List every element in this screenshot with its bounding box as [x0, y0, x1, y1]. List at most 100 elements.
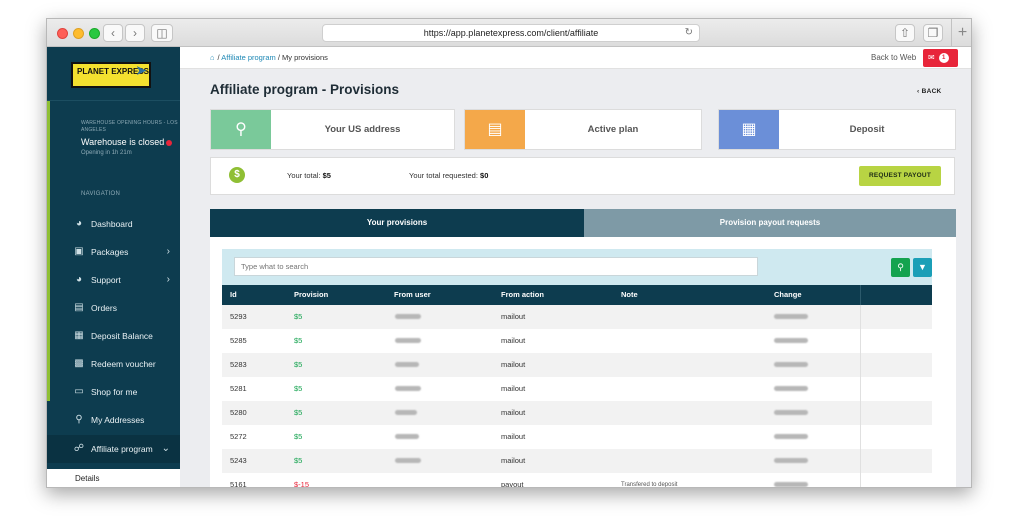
breadcrumb-affiliate-link[interactable]: Affiliate program — [221, 53, 275, 62]
table-row[interactable]: 5272 $5 mailout — [222, 425, 932, 449]
table-row[interactable]: 5281 $5 mailout — [222, 377, 932, 401]
address-bar[interactable]: https://app.planetexpress.com/client/aff… — [322, 24, 700, 42]
column-from-user[interactable]: From user — [394, 285, 431, 305]
column-note[interactable]: Note — [621, 285, 638, 305]
back-arrow-icon[interactable]: ‹ — [103, 24, 123, 42]
header-divider — [860, 285, 861, 305]
provisions-panel: ⚲ ▼ Id Provision From user From action N… — [210, 237, 956, 488]
table-row[interactable]: 5283 $5 mailout — [222, 353, 932, 377]
table-header: Id Provision From user From action Note … — [222, 285, 932, 305]
cell-action: mailout — [501, 408, 526, 417]
card-us-address[interactable]: ⚲ Your US address — [210, 109, 455, 150]
cell-action: mailout — [501, 312, 526, 321]
redacted-user — [395, 434, 419, 439]
redacted-change — [774, 314, 808, 319]
your-total-requested: Your total requested: $0 — [409, 171, 489, 180]
column-from-action[interactable]: From action — [501, 285, 544, 305]
table-row[interactable]: 5243 $5 mailout — [222, 449, 932, 473]
support-icon: ◕ — [75, 274, 83, 285]
your-total: Your total: $5 — [287, 171, 331, 180]
table-row[interactable]: 5293 $5 mailout — [222, 305, 932, 329]
search-icon: ⚲ — [897, 262, 904, 272]
forward-arrow-icon[interactable]: › — [125, 24, 145, 42]
dashboard-icon: ◕ — [75, 218, 83, 229]
cell-action: mailout — [501, 360, 526, 369]
share-icon[interactable]: ⇧ — [895, 24, 915, 42]
sidebar-item-my-addresses[interactable]: ⚲ My Addresses — [47, 406, 180, 434]
column-change[interactable]: Change — [774, 285, 802, 305]
tab-your-provisions[interactable]: Your provisions — [210, 209, 584, 237]
row-divider — [860, 449, 861, 473]
mail-icon: ✉ — [928, 53, 935, 62]
cell-action: mailout — [501, 456, 526, 465]
card-active-plan[interactable]: ▤ Active plan — [464, 109, 702, 150]
warehouse-status: Warehouse is closed — [81, 137, 173, 147]
minimize-window-button[interactable] — [73, 28, 84, 39]
clipboard-icon: ▤ — [465, 110, 525, 149]
back-button[interactable]: ‹ BACK — [917, 88, 942, 95]
sidebar-item-packages[interactable]: ▣ Packages › — [47, 238, 180, 266]
cell-action: payout — [501, 480, 524, 488]
planet-express-logo[interactable]: PLANET EXPRESS ➤ — [71, 62, 151, 88]
totals-panel: $ Your total: $5 Your total requested: $… — [210, 157, 955, 195]
reload-icon[interactable]: ↻ — [685, 25, 693, 41]
browser-window: ‹ › ◫ https://app.planetexpress.com/clie… — [46, 18, 972, 488]
closed-status-dot-icon — [166, 139, 173, 146]
sidebar-item-support[interactable]: ◕ Support › — [47, 266, 180, 294]
sidebar-item-orders[interactable]: ▤ Orders — [47, 294, 180, 322]
shopping-bag-icon: ▭ — [74, 386, 84, 397]
mail-count-badge: 1 — [938, 53, 949, 63]
table-row[interactable]: 5285 $5 mailout — [222, 329, 932, 353]
search-input[interactable] — [234, 257, 758, 276]
row-divider — [860, 305, 861, 329]
new-tab-icon[interactable]: + — [951, 19, 971, 47]
close-window-button[interactable] — [57, 28, 68, 39]
request-payout-button[interactable]: REQUEST PAYOUT — [859, 166, 941, 186]
sidebar-item-redeem-voucher[interactable]: ▩ Redeem voucher — [47, 350, 180, 378]
sidebar-item-affiliate-program[interactable]: ☍ Affiliate program ⌄ — [47, 435, 180, 463]
table-row[interactable]: 5280 $5 mailout — [222, 401, 932, 425]
row-divider — [860, 329, 861, 353]
redacted-user — [395, 386, 421, 391]
search-button[interactable]: ⚲ — [891, 258, 910, 277]
wallet-icon: ▦ — [719, 110, 779, 149]
redacted-change — [774, 362, 808, 367]
provision-tabs: Your provisions Provision payout request… — [210, 209, 956, 237]
cell-id: 5283 — [230, 360, 247, 369]
sidebar-subitem-details[interactable]: Details — [47, 469, 180, 487]
card-deposit[interactable]: ▦ Deposit — [718, 109, 956, 150]
table-row[interactable]: 5161 $-15 payout Transfered to deposit — [222, 473, 932, 488]
cell-provision: $5 — [294, 384, 303, 393]
breadcrumb-current: My provisions — [282, 53, 328, 62]
page-title: Affiliate program - Provisions — [210, 82, 400, 97]
redacted-user — [395, 458, 421, 463]
sidebar-toggle-icon[interactable]: ◫ — [151, 24, 173, 42]
tab-payout-requests[interactable]: Provision payout requests — [584, 209, 956, 237]
cell-id: 5161 — [230, 480, 247, 488]
chevron-right-icon: › — [166, 274, 170, 285]
cell-provision: $5 — [294, 360, 303, 369]
filter-button[interactable]: ▼ — [913, 258, 932, 277]
chevron-right-icon: › — [166, 246, 170, 257]
dollar-icon: $ — [229, 167, 245, 183]
column-id[interactable]: Id — [230, 285, 237, 305]
maximize-window-button[interactable] — [89, 28, 100, 39]
url-text: https://app.planetexpress.com/client/aff… — [423, 28, 599, 38]
row-divider — [860, 425, 861, 449]
redacted-change — [774, 482, 808, 487]
sidebar-item-dashboard[interactable]: ◕ Dashboard — [47, 210, 180, 238]
row-divider — [860, 401, 861, 425]
orders-icon: ▤ — [74, 302, 84, 313]
sidebar-item-deposit-balance[interactable]: ▦ Deposit Balance — [47, 322, 180, 350]
mail-button[interactable]: ✉ 1 — [923, 49, 958, 67]
column-provision[interactable]: Provision — [294, 285, 328, 305]
location-pin-icon: ⚲ — [211, 110, 271, 149]
tabs-overview-icon[interactable]: ❐ — [923, 24, 943, 42]
back-to-web-link[interactable]: Back to Web — [871, 51, 916, 65]
chevron-down-icon: ⌄ — [161, 443, 170, 454]
cell-provision: $5 — [294, 408, 303, 417]
cell-id: 5280 — [230, 408, 247, 417]
cell-provision: $-15 — [294, 480, 310, 488]
home-icon[interactable]: ⌂ — [210, 53, 215, 62]
sidebar-item-shop-for-me[interactable]: ▭ Shop for me — [47, 378, 180, 406]
